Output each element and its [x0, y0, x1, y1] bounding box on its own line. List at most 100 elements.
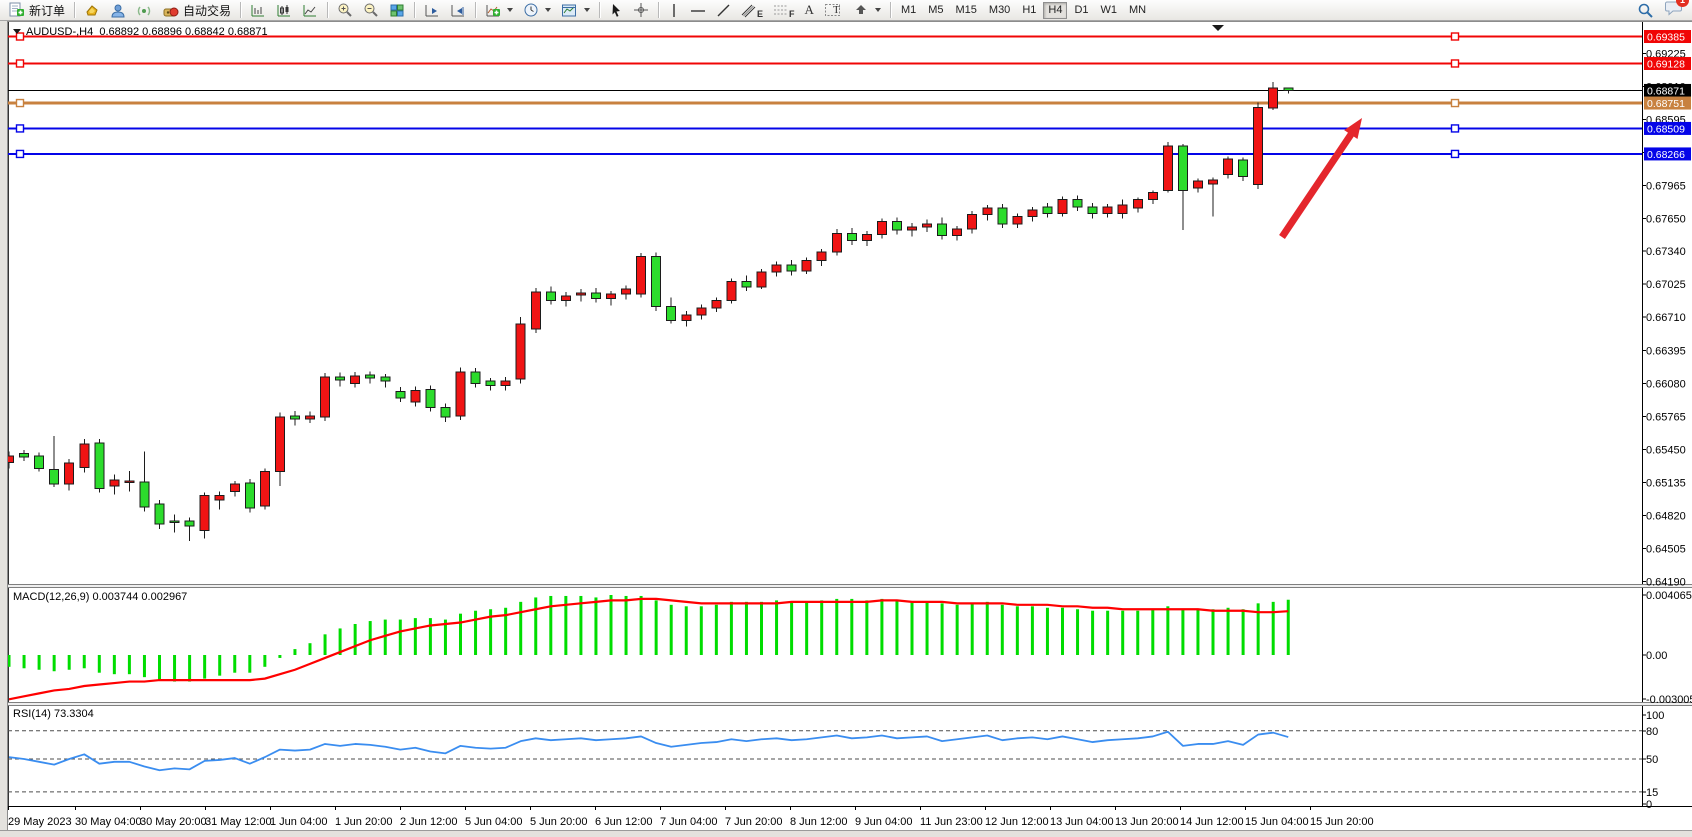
signals-button[interactable]	[131, 1, 157, 20]
indicators-button[interactable]	[480, 1, 518, 20]
search-button[interactable]	[1632, 1, 1659, 20]
window-left-frame	[0, 21, 8, 830]
dropdown-caret	[875, 8, 881, 12]
channel-tool-button[interactable]: E	[736, 1, 768, 20]
candle-body	[1118, 205, 1127, 213]
time-axis-label: 7 Jun 04:00	[660, 816, 718, 828]
vertical-line-tool-button[interactable]	[663, 1, 685, 20]
rsi-axis-label: 0	[1646, 799, 1652, 811]
notifications-button[interactable]: 1	[1665, 0, 1683, 21]
timeframe-button-M1[interactable]: M1	[896, 2, 921, 19]
time-axis-label: 1 Jun 04:00	[270, 816, 328, 828]
candle-body	[1133, 200, 1142, 208]
chart-shift-button[interactable]	[445, 1, 471, 20]
candle-body	[1073, 200, 1082, 207]
label-tool-button[interactable]: T	[819, 1, 850, 20]
timeframe-button-M5[interactable]: M5	[923, 2, 948, 19]
symbol-dropdown-icon[interactable]	[13, 29, 21, 34]
candle-body	[832, 233, 841, 252]
cursor-icon	[609, 3, 623, 18]
candle-body	[591, 293, 600, 298]
candle-body	[1193, 181, 1202, 188]
line-handle[interactable]	[1452, 125, 1459, 132]
new-order-button[interactable]: 新订单	[3, 1, 70, 20]
candle-body	[275, 417, 284, 472]
bar-chart-mode-button[interactable]	[245, 1, 271, 20]
candle-body	[697, 308, 706, 315]
line-handle[interactable]	[1452, 150, 1459, 157]
candle-body	[1028, 210, 1037, 216]
candle-body	[501, 381, 510, 385]
signals-icon	[136, 3, 152, 18]
timeframe-button-H4[interactable]: H4	[1043, 2, 1067, 19]
line-handle[interactable]	[17, 150, 24, 157]
text-tool-letter: A	[805, 2, 814, 18]
line-chart-mode-button[interactable]	[297, 1, 323, 20]
arrows-tool-icon	[855, 3, 869, 18]
indicators-icon	[485, 3, 501, 18]
new-order-label: 新订单	[29, 2, 65, 19]
candle-body	[938, 224, 947, 236]
price-tag-text: 0.68509	[1647, 123, 1685, 135]
crosshair-tool-button[interactable]	[628, 1, 654, 20]
text-tool-button[interactable]: A	[800, 1, 819, 20]
candle-body	[50, 469, 59, 484]
candle-body	[652, 256, 661, 306]
auto-trading-button[interactable]: 自动交易	[157, 1, 236, 20]
market-watch-button[interactable]	[79, 1, 105, 20]
timeframe-button-M30[interactable]: M30	[984, 2, 1015, 19]
candle-body	[486, 381, 495, 385]
templates-button[interactable]	[556, 1, 595, 20]
tile-windows-button[interactable]	[384, 1, 410, 20]
separator	[74, 2, 75, 18]
separator	[599, 2, 600, 18]
auto-trading-icon	[162, 3, 179, 18]
window-bottom-frame	[0, 830, 1692, 837]
arrows-tool-button[interactable]	[850, 1, 886, 20]
candle-body	[200, 496, 209, 531]
candle-body	[80, 444, 89, 467]
candle-body	[877, 222, 886, 235]
candle-body	[862, 234, 871, 240]
zoom-in-button[interactable]	[332, 1, 358, 20]
periods-button[interactable]	[518, 1, 556, 20]
cursor-tool-button[interactable]	[604, 1, 628, 20]
zoom-out-button[interactable]	[358, 1, 384, 20]
line-handle[interactable]	[17, 125, 24, 132]
auto-scroll-button[interactable]	[419, 1, 445, 20]
timeframe-button-W1[interactable]: W1	[1096, 2, 1123, 19]
separator	[890, 2, 891, 18]
line-handle[interactable]	[1452, 33, 1459, 40]
line-handle[interactable]	[1452, 100, 1459, 107]
time-axis-label: 15 Jun 20:00	[1310, 816, 1374, 828]
macd-indicator-label: MACD(12,26,9) 0.003744 0.002967	[13, 591, 187, 603]
time-axis-label: 2 Jun 12:00	[400, 816, 458, 828]
candle-body	[1178, 146, 1187, 190]
separator	[475, 2, 476, 18]
candle-body	[757, 272, 766, 287]
candle-body	[561, 296, 570, 300]
time-axis-label: 5 Jun 04:00	[465, 816, 523, 828]
fibonacci-tool-button[interactable]: F	[768, 1, 800, 20]
candle-body	[516, 324, 525, 379]
line-handle[interactable]	[1452, 60, 1459, 67]
candle-body	[637, 256, 646, 294]
candle-body	[336, 377, 345, 380]
auto-trading-label: 自动交易	[183, 2, 231, 19]
candle-body	[892, 222, 901, 230]
line-handle[interactable]	[17, 100, 24, 107]
candle-body	[1103, 207, 1112, 213]
timeframe-button-D1[interactable]: D1	[1069, 2, 1093, 19]
line-handle[interactable]	[17, 60, 24, 67]
trendline-tool-button[interactable]	[711, 1, 736, 20]
timeframe-button-H1[interactable]: H1	[1017, 2, 1041, 19]
timeframe-button-MN[interactable]: MN	[1124, 2, 1151, 19]
candle-body	[230, 484, 239, 491]
candle-body	[1163, 146, 1172, 190]
timeframe-button-M15[interactable]: M15	[951, 2, 982, 19]
chart-canvas[interactable]: 0.692250.689100.685950.682800.679650.676…	[0, 21, 1692, 837]
candle-chart-mode-button[interactable]	[271, 1, 297, 20]
community-button[interactable]	[105, 1, 131, 20]
price-tag-text: 0.68266	[1647, 149, 1685, 161]
horizontal-line-tool-button[interactable]	[685, 1, 711, 20]
